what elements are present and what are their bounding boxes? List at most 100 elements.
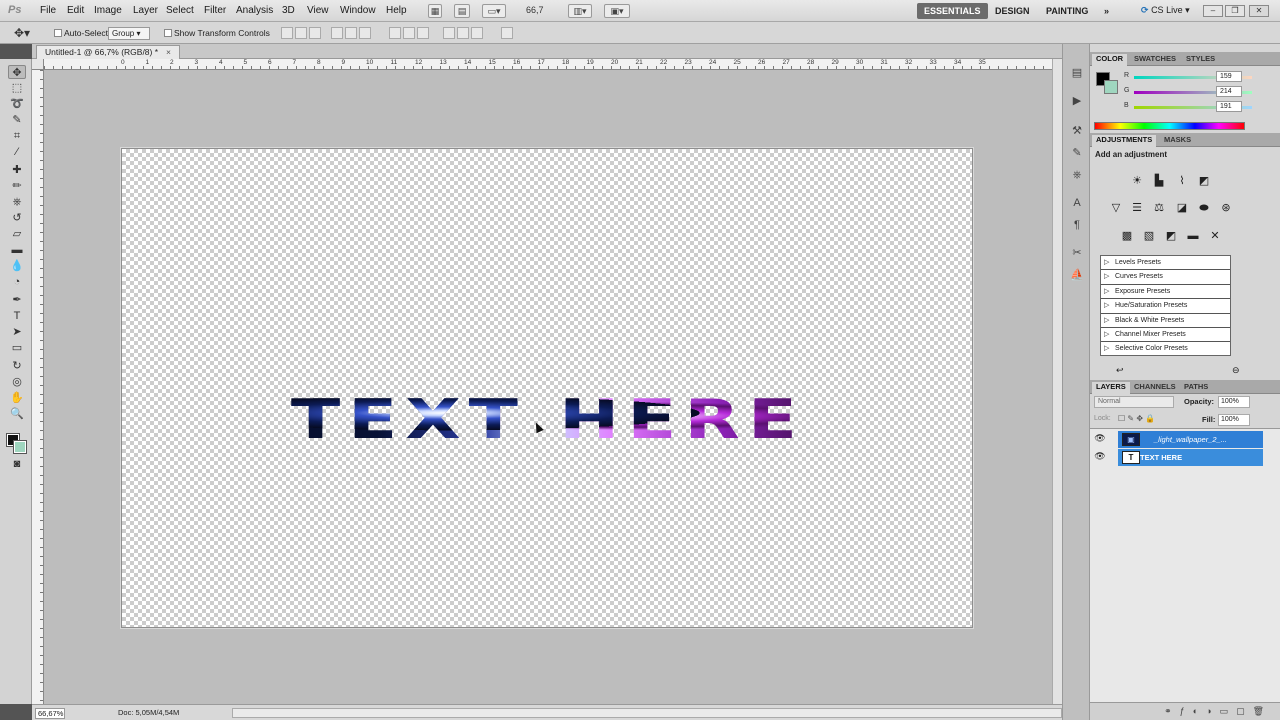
b-value[interactable]: 191 [1216, 101, 1242, 112]
3d-orbit-tool-icon[interactable]: ◎ [8, 375, 26, 389]
auto-select-checkbox[interactable] [54, 29, 62, 37]
menu-3d[interactable]: 3D [282, 5, 295, 16]
posterize-icon[interactable]: ▧ [1141, 229, 1157, 243]
navigator-panel-icon[interactable]: ⛵ [1069, 268, 1085, 282]
history-panel-icon[interactable]: ▤ [1069, 66, 1085, 80]
distribute-top-icon[interactable] [389, 27, 401, 39]
color-spectrum[interactable] [1094, 122, 1245, 130]
tab-color[interactable]: COLOR [1092, 54, 1128, 66]
screen-mode-icon[interactable]: ▣▾ [604, 4, 630, 18]
zoom-tool-icon[interactable]: 🔍 [8, 407, 26, 421]
minimize-icon[interactable]: – [1203, 5, 1223, 17]
curves-icon[interactable]: ⌇ [1174, 174, 1190, 188]
quick-mask-icon[interactable]: ◙ [8, 457, 26, 471]
threshold-icon[interactable]: ◩ [1163, 229, 1179, 243]
gradient-tool-icon[interactable]: ▬ [8, 243, 26, 257]
tab-swatches[interactable]: SWATCHES [1130, 54, 1180, 63]
preset-hue-saturation[interactable]: Hue/Saturation Presets [1101, 299, 1230, 314]
photo-filter-icon[interactable]: ⬬ [1196, 201, 1212, 215]
gradient-map-icon[interactable]: ▬ [1185, 229, 1201, 243]
preset-curves[interactable]: Curves Presets [1101, 270, 1230, 285]
hand-tool-icon[interactable]: ✋ [8, 391, 26, 405]
layer-row-text[interactable]: T TEXT HERE [1118, 449, 1263, 466]
workspace-design[interactable]: DESIGN [988, 3, 1037, 19]
document-canvas[interactable]: TEXT HERE [121, 148, 974, 628]
document-workspace[interactable]: TEXT HERE [44, 70, 1052, 704]
black-white-icon[interactable]: ◪ [1174, 201, 1190, 215]
align-right-icon[interactable] [359, 27, 371, 39]
more-workspaces-icon[interactable]: » [1097, 3, 1116, 19]
return-icon[interactable]: ↩ [1116, 365, 1124, 376]
type-tool-icon[interactable]: T [8, 309, 26, 323]
preset-exposure[interactable]: Exposure Presets [1101, 285, 1230, 300]
brushes-panel-icon[interactable]: ✎ [1069, 146, 1085, 160]
blur-tool-icon[interactable]: 💧 [8, 259, 26, 273]
menu-window[interactable]: Window [340, 5, 376, 16]
menu-filter[interactable]: Filter [204, 5, 226, 16]
workspace-painting[interactable]: PAINTING [1039, 3, 1095, 19]
tab-styles[interactable]: STYLES [1182, 54, 1219, 63]
3d-rotate-tool-icon[interactable]: ↻ [8, 359, 26, 373]
layer-visibility-eye-icon[interactable]: 👁 [1094, 451, 1106, 463]
menu-analysis[interactable]: Analysis [236, 5, 273, 16]
mini-bridge-icon[interactable]: ▤ [454, 4, 470, 18]
healing-brush-tool-icon[interactable]: ✚ [8, 163, 26, 177]
tab-channels[interactable]: CHANNELS [1130, 382, 1180, 391]
tab-layers[interactable]: LAYERS [1092, 382, 1130, 394]
exposure-icon[interactable]: ◩ [1196, 174, 1212, 188]
align-hcenter-icon[interactable] [345, 27, 357, 39]
blend-mode-select[interactable]: Normal [1094, 396, 1174, 408]
align-top-icon[interactable] [281, 27, 293, 39]
zoom-level[interactable]: 66,7 [526, 5, 544, 15]
horizontal-scrollbar[interactable] [232, 708, 1062, 718]
character-panel-icon[interactable]: A [1069, 196, 1085, 210]
lasso-tool-icon[interactable]: ➰ [8, 97, 26, 111]
levels-icon[interactable]: ▙ [1151, 174, 1167, 188]
zoom-field[interactable]: 66,67% [35, 708, 65, 719]
menu-edit[interactable]: Edit [67, 5, 84, 16]
history-brush-tool-icon[interactable]: ↺ [8, 211, 26, 225]
preset-selective-color[interactable]: Selective Color Presets [1101, 342, 1230, 356]
distribute-bottom-icon[interactable] [417, 27, 429, 39]
menu-layer[interactable]: Layer [133, 5, 158, 16]
3d-panel-icon[interactable]: ✂ [1069, 246, 1085, 260]
brightness-contrast-icon[interactable]: ☀ [1129, 174, 1145, 188]
ruler-origin[interactable] [32, 59, 44, 70]
paragraph-panel-icon[interactable]: ¶ [1069, 218, 1085, 232]
menu-help[interactable]: Help [386, 5, 407, 16]
lock-icons[interactable]: ☐ ✎ ✥ 🔒 [1118, 414, 1155, 423]
quick-select-tool-icon[interactable]: ✎ [8, 113, 26, 127]
hue-saturation-icon[interactable]: ☰ [1129, 201, 1145, 215]
document-tab[interactable]: Untitled-1 @ 66,7% (RGB/8) * × [36, 45, 181, 59]
move-tool-preset-icon[interactable]: ✥▾ [14, 26, 30, 40]
selective-color-icon[interactable]: ✕ [1207, 229, 1223, 243]
bridge-icon[interactable]: ▦ [428, 4, 442, 18]
tab-masks[interactable]: MASKS [1160, 135, 1195, 144]
distribute-vcenter-icon[interactable] [403, 27, 415, 39]
menu-select[interactable]: Select [166, 5, 194, 16]
clone-stamp-tool-icon[interactable]: ⎈ [8, 195, 26, 209]
background-color-swatch[interactable] [13, 440, 27, 454]
align-bottom-icon[interactable] [309, 27, 321, 39]
marquee-tool-icon[interactable]: ⬚ [8, 81, 26, 95]
dodge-tool-icon[interactable]: ◔ [8, 275, 26, 289]
canvas-text-here[interactable]: TEXT HERE [122, 389, 974, 449]
move-tool-icon[interactable]: ✥ [8, 65, 26, 79]
clip-icon[interactable]: ⊖ [1232, 365, 1240, 376]
distribute-hcenter-icon[interactable] [457, 27, 469, 39]
doc-size-info[interactable]: Doc: 5,05M/4,54M [118, 708, 179, 717]
tab-adjustments[interactable]: ADJUSTMENTS [1092, 135, 1157, 147]
close-icon[interactable]: ✕ [1249, 5, 1269, 17]
eyedropper-tool-icon[interactable]: ⁄ [8, 145, 26, 159]
tab-paths[interactable]: PATHS [1180, 382, 1212, 391]
tool-presets-icon[interactable]: ⚒ [1069, 124, 1085, 138]
workspace-essentials[interactable]: ESSENTIALS [917, 3, 988, 19]
transform-controls-checkbox[interactable] [164, 29, 172, 37]
invert-icon[interactable]: ▩ [1119, 229, 1135, 243]
arrange-documents-icon[interactable]: ▥▾ [568, 4, 592, 18]
close-tab-icon[interactable]: × [166, 47, 171, 57]
vibrance-icon[interactable]: ▽ [1108, 201, 1124, 215]
clone-source-icon[interactable]: ⎈ [1069, 168, 1085, 182]
color-balance-icon[interactable]: ⚖ [1151, 201, 1167, 215]
preset-levels[interactable]: Levels Presets [1101, 256, 1230, 271]
